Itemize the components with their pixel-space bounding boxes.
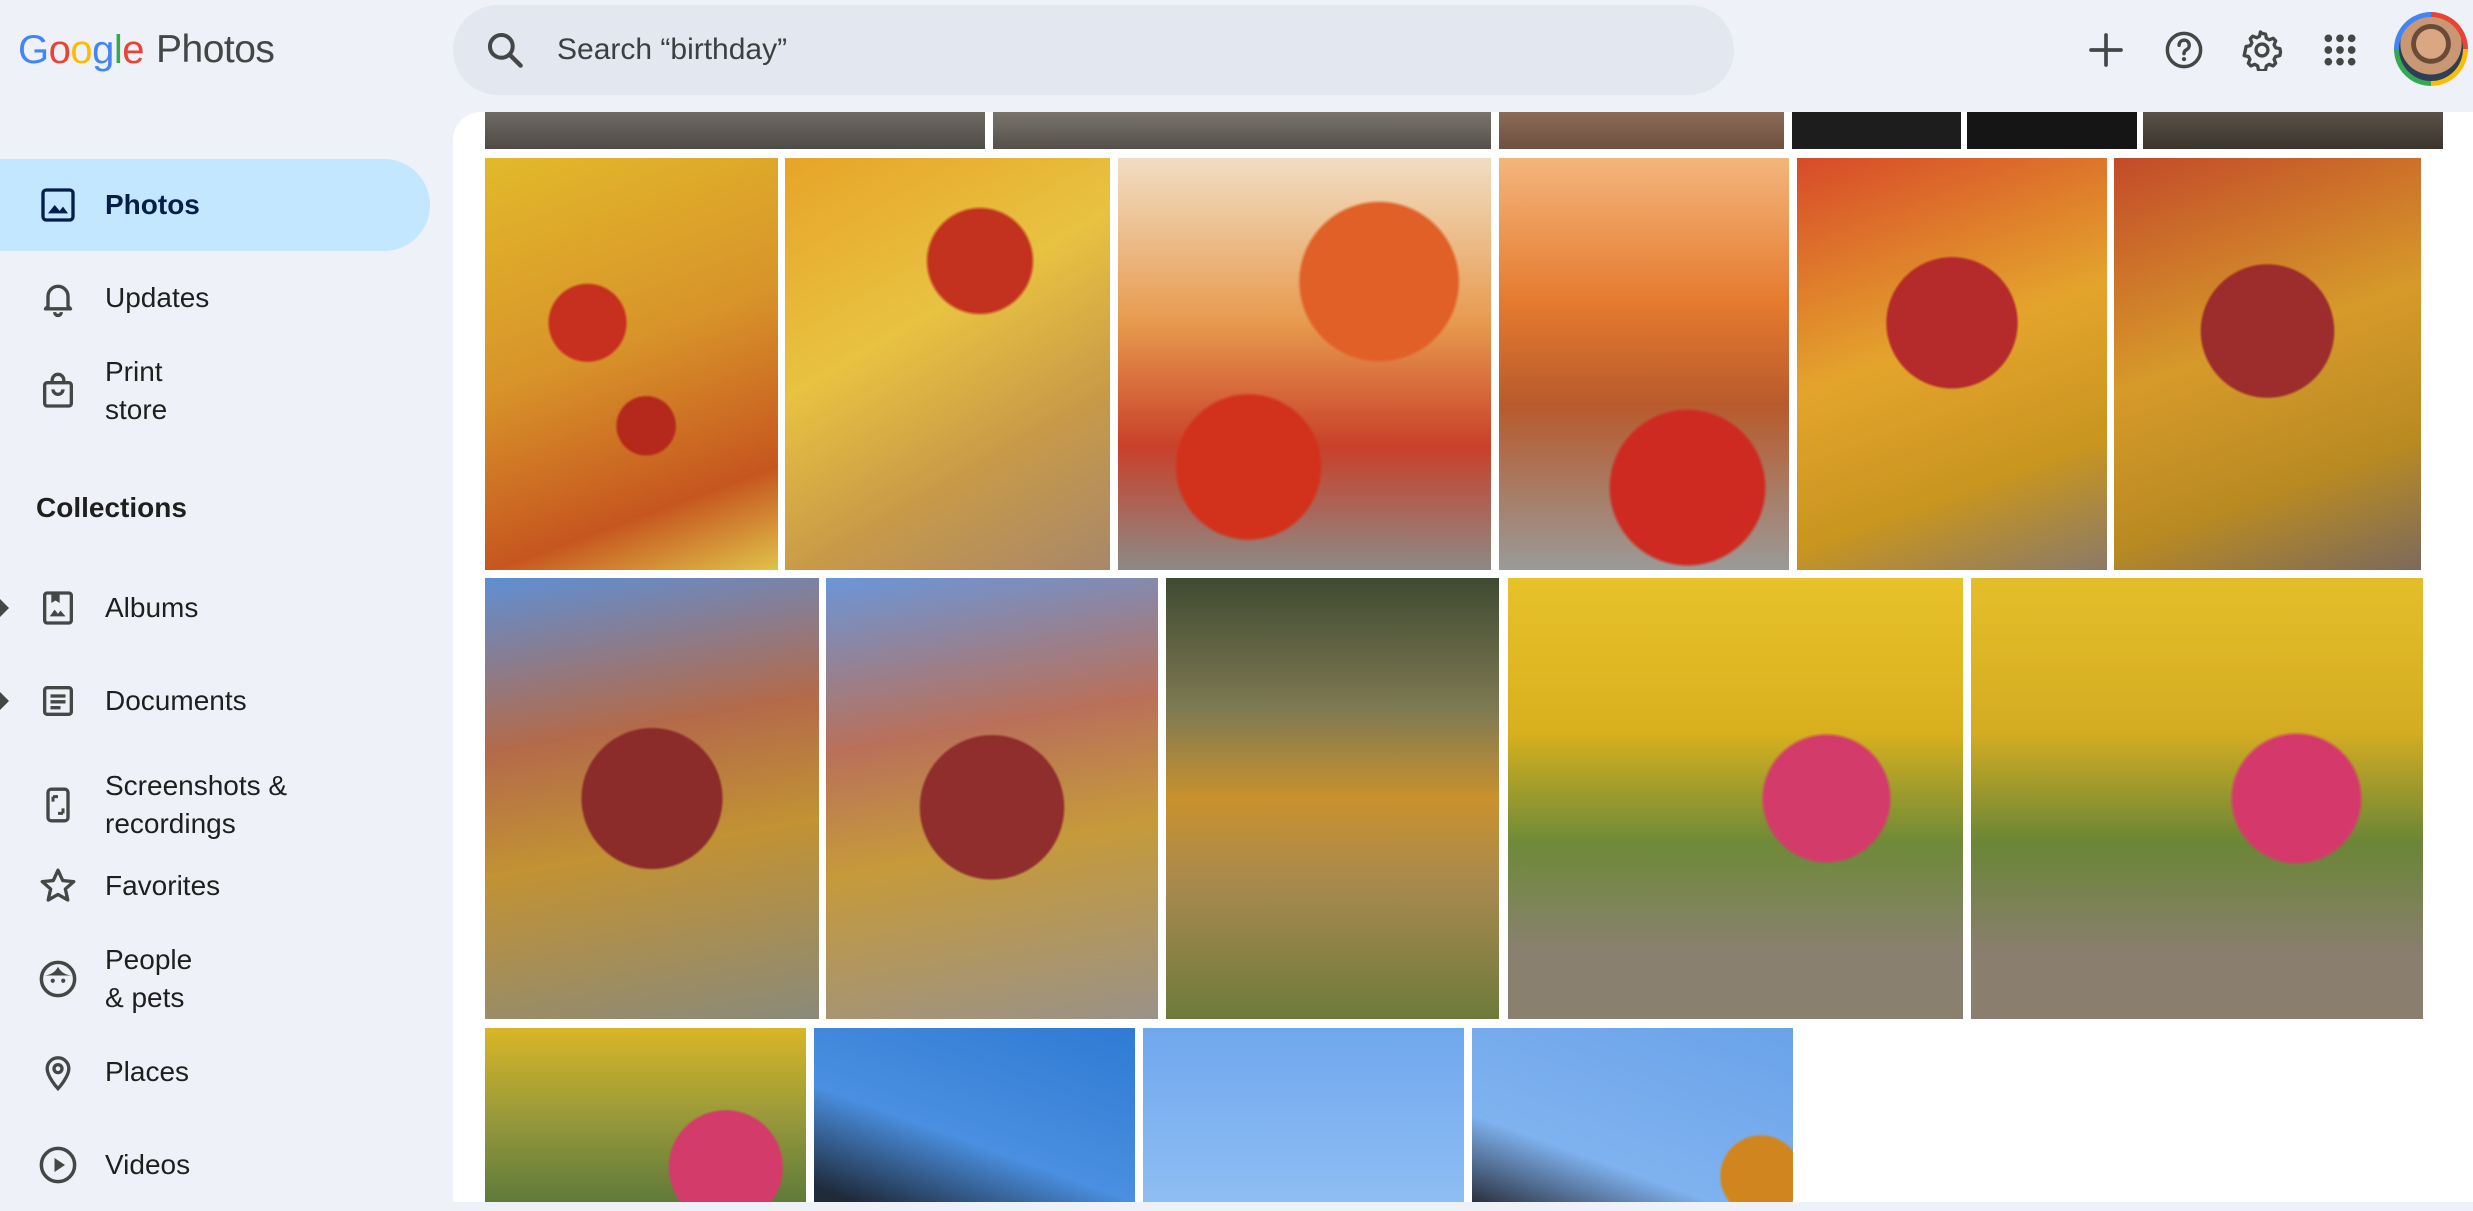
play-circle-icon (36, 1143, 80, 1187)
location-pin-icon (36, 1050, 80, 1094)
phone-screenshot-icon (36, 783, 80, 827)
logo-letter: e (122, 27, 145, 72)
sidebar-item-label: Photos (105, 189, 200, 220)
photo-thumbnail[interactable] (1508, 578, 1963, 1019)
sidebar-item-label: Places (105, 1056, 190, 1087)
face-icon (36, 957, 80, 1001)
shopping-bag-icon (36, 369, 80, 413)
photo-thumbnail[interactable] (485, 1028, 806, 1202)
logo-letter: o (48, 27, 71, 72)
apps-icon (2324, 34, 2356, 66)
document-icon (36, 679, 80, 723)
photo-thumbnail[interactable] (1499, 112, 1784, 149)
photo-grid (453, 112, 2473, 1202)
settings-button[interactable] (2238, 26, 2286, 74)
photo-thumbnail[interactable] (1792, 112, 1961, 149)
photo-thumbnail[interactable] (485, 158, 778, 570)
photo-thumbnail[interactable] (485, 112, 985, 149)
photo-thumbnail[interactable] (826, 578, 1158, 1019)
photo-thumbnail[interactable] (1971, 578, 2423, 1019)
photo-thumbnail[interactable] (1499, 158, 1789, 570)
sidebar-item-photos[interactable]: Photos (0, 159, 430, 251)
photo-thumbnail[interactable] (814, 1028, 1135, 1202)
sidebar-item-label: Videos (105, 1149, 191, 1180)
photo-thumbnail[interactable] (1118, 158, 1491, 570)
logo-letter: o (70, 27, 93, 72)
avatar-photo (2399, 17, 2463, 81)
photo-thumbnail[interactable] (993, 112, 1491, 149)
logo-letter: G (18, 27, 49, 72)
search-input[interactable] (555, 32, 1659, 68)
account-avatar[interactable] (2394, 12, 2468, 86)
sidebar-item-label: People & pets (105, 944, 193, 1013)
star-icon (36, 864, 80, 908)
settings-icon (2242, 30, 2283, 71)
sidebar-item-label: Print store (105, 356, 168, 425)
sidebar-item-label: Albums (105, 592, 199, 623)
apps-button[interactable] (2316, 26, 2364, 74)
add-icon (2089, 33, 2123, 67)
photo-thumbnail[interactable] (1967, 112, 2137, 149)
collections-heading: Collections (36, 492, 187, 523)
logo-letter: l (113, 27, 123, 72)
add-button[interactable] (2082, 26, 2130, 74)
album-icon (36, 586, 80, 630)
sidebar-item-label: Updates (105, 282, 210, 313)
sidebar-item-label: Favorites (105, 870, 221, 901)
help-button[interactable] (2160, 26, 2208, 74)
photo-icon (36, 183, 80, 227)
sidebar-item-label: Documents (105, 685, 247, 716)
expand-arrow-icon[interactable] (0, 599, 9, 617)
bell-icon (36, 276, 80, 320)
expand-arrow-icon[interactable] (0, 692, 9, 710)
photo-thumbnail[interactable] (1797, 158, 2107, 570)
google-photos-logo[interactable]: Google Photos (18, 24, 275, 76)
search-icon[interactable] (483, 28, 527, 72)
photo-thumbnail[interactable] (2143, 112, 2443, 149)
search-bar[interactable] (453, 5, 1734, 95)
help-icon (2165, 31, 2203, 69)
photo-thumbnail[interactable] (485, 578, 819, 1019)
photo-thumbnail[interactable] (2114, 158, 2421, 570)
logo-letter: g (92, 27, 114, 72)
photo-thumbnail[interactable] (1166, 578, 1499, 1019)
sidebar-item-label: Screenshots & recordings (105, 770, 288, 839)
photo-thumbnail[interactable] (1143, 1028, 1464, 1202)
logo-product-name: Photos (156, 28, 275, 71)
photo-thumbnail[interactable] (1472, 1028, 1793, 1202)
photo-thumbnail[interactable] (785, 158, 1110, 570)
